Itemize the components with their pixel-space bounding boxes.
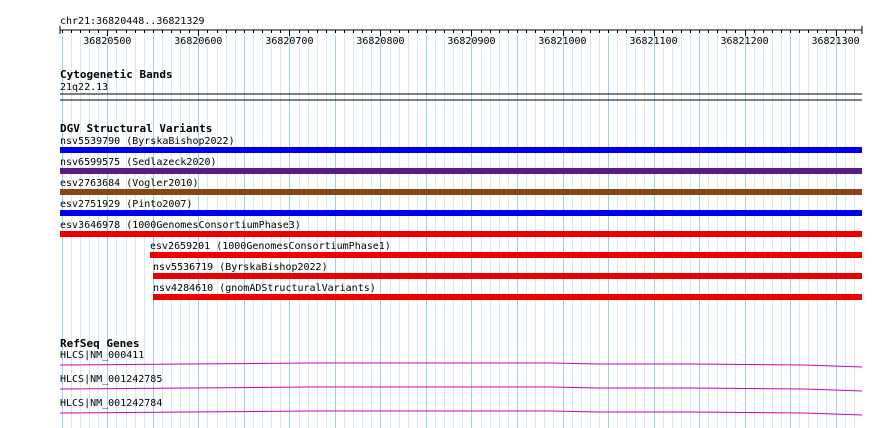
genome-browser: chr21:36820448..36821329 36820500 3682060…: [59, 16, 863, 428]
ruler-track: chr21:36820448..36821329 36820500 3682060…: [59, 16, 863, 47]
variant-bar[interactable]: [150, 252, 862, 258]
dgv-track: DGV Structural Variants nsv5539790 (Byrs…: [60, 122, 862, 300]
ruler-tick-label: 36821200: [720, 36, 768, 47]
cytoband-track-title: Cytogenetic Bands: [60, 68, 173, 81]
cytoband-label: 21q22.13: [60, 82, 108, 93]
location-label: chr21:36820448..36821329: [60, 16, 205, 27]
variant-bar[interactable]: [60, 231, 862, 237]
gene-label: HLCS|NM_000411: [60, 350, 144, 361]
variant-bar[interactable]: [60, 189, 862, 195]
variant-label: nsv4284610 (gnomADStructuralVariants): [153, 283, 376, 294]
ruler-tick-label: 36820900: [447, 36, 495, 47]
variant-bar[interactable]: [60, 147, 862, 153]
ruler-tick-label: 36820600: [174, 36, 222, 47]
variant-bar[interactable]: [153, 273, 862, 279]
variant-label: esv2751929 (Pinto2007): [60, 199, 192, 210]
gene-label: HLCS|NM_001242784: [60, 398, 162, 409]
ruler-tick-label: 36821100: [629, 36, 677, 47]
ruler-tick-label: 36820700: [265, 36, 313, 47]
ruler-ticks: 36820500 36820600 36820700 36820800 36820900…: [62, 30, 860, 47]
variant-bar[interactable]: [153, 294, 862, 300]
refseq-track-title: RefSeq Genes: [60, 337, 139, 350]
ruler-tick-label: 36821300: [812, 36, 860, 47]
variant-label: nsv5536719 (ByrskaBishop2022): [153, 262, 328, 273]
ruler-tick-label: 36821000: [538, 36, 586, 47]
variant-label: esv2659201 (1000GenomesConsortiumPhase1): [150, 241, 391, 252]
variant-label: nsv5539790 (ByrskaBishop2022): [60, 136, 235, 147]
ruler-tick-label: 36820800: [356, 36, 404, 47]
ruler-tick-label: 36820500: [83, 36, 131, 47]
gene-label: HLCS|NM_001242785: [60, 374, 162, 385]
variant-bar[interactable]: [60, 210, 862, 216]
variant-label: esv2763684 (Vogler2010): [60, 178, 198, 189]
dgv-track-title: DGV Structural Variants: [60, 122, 212, 135]
variant-bar[interactable]: [60, 168, 862, 174]
variant-label: nsv6599575 (Sedlazeck2020): [60, 157, 217, 168]
variant-label: esv3646978 (1000GenomesConsortiumPhase3): [60, 220, 301, 231]
